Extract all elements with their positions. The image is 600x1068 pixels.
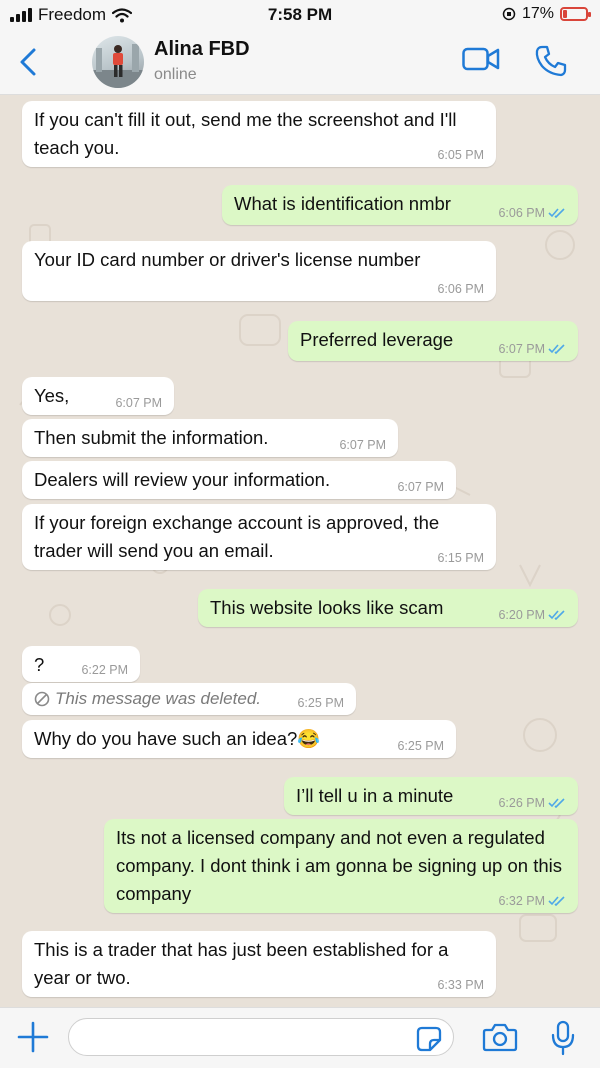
composer-bar bbox=[0, 1007, 600, 1068]
message-time: 6:07 PM bbox=[397, 480, 444, 494]
orientation-lock-icon bbox=[502, 7, 516, 21]
avatar[interactable] bbox=[92, 36, 144, 88]
message-outgoing[interactable]: Its not a licensed company and not even … bbox=[104, 819, 578, 913]
message-time: 6:32 PM bbox=[498, 894, 545, 908]
chevron-left-icon[interactable] bbox=[14, 44, 44, 80]
camera-icon[interactable] bbox=[482, 1022, 518, 1052]
message-incoming[interactable]: Then submit the information. 6:07 PM bbox=[22, 419, 398, 457]
message-text: If your foreign exchange account is appr… bbox=[34, 512, 440, 561]
message-text: If you can't fill it out, send me the sc… bbox=[34, 109, 457, 158]
message-time: 6:05 PM bbox=[437, 148, 484, 162]
message-time: 6:33 PM bbox=[437, 978, 484, 992]
message-text: This message was deleted. bbox=[55, 689, 261, 708]
message-outgoing[interactable]: I’ll tell u in a minute 6:26 PM bbox=[284, 777, 578, 815]
message-outgoing[interactable]: What is identification nmbr 6:06 PM bbox=[222, 185, 578, 225]
message-time: 6:15 PM bbox=[437, 551, 484, 565]
message-time: 6:07 PM bbox=[339, 438, 386, 452]
battery-percent: 17% bbox=[521, 5, 554, 22]
message-time: 6:20 PM bbox=[498, 608, 545, 622]
chat-header: Alina FBD online bbox=[0, 30, 600, 95]
message-time: 6:06 PM bbox=[498, 206, 545, 220]
message-input[interactable] bbox=[68, 1018, 454, 1056]
message-time: 6:22 PM bbox=[81, 663, 128, 677]
message-time: 6:25 PM bbox=[297, 696, 344, 710]
message-incoming[interactable]: ? 6:22 PM bbox=[22, 646, 140, 682]
phone-icon[interactable] bbox=[534, 44, 568, 78]
message-text: Then submit the information. bbox=[34, 427, 269, 448]
read-receipt-icon bbox=[548, 208, 565, 218]
video-camera-icon[interactable] bbox=[462, 44, 500, 74]
read-receipt-icon bbox=[548, 610, 565, 620]
message-text: Your ID card number or driver's license … bbox=[34, 249, 421, 270]
message-deleted[interactable]: This message was deleted. 6:25 PM bbox=[22, 683, 356, 715]
contact-name[interactable]: Alina FBD bbox=[154, 38, 250, 61]
status-right: 17% bbox=[502, 5, 591, 23]
message-incoming[interactable]: If you can't fill it out, send me the sc… bbox=[22, 101, 496, 167]
message-time: 6:07 PM bbox=[498, 342, 545, 356]
message-text: This is a trader that has just been esta… bbox=[34, 939, 449, 988]
battery-fill bbox=[563, 10, 568, 18]
message-text: Why do you have such an idea?😂 bbox=[34, 728, 321, 749]
message-time: 6:25 PM bbox=[397, 739, 444, 753]
chat-area[interactable]: If you can't fill it out, send me the sc… bbox=[0, 95, 600, 1007]
plus-icon[interactable] bbox=[16, 1020, 50, 1054]
message-incoming[interactable]: Your ID card number or driver's license … bbox=[22, 241, 496, 301]
message-incoming[interactable]: If your foreign exchange account is appr… bbox=[22, 504, 496, 570]
contact-status: online bbox=[154, 66, 197, 83]
message-outgoing[interactable]: Preferred leverage 6:07 PM bbox=[288, 321, 578, 361]
message-incoming[interactable]: Yes, 6:07 PM bbox=[22, 377, 174, 415]
message-incoming[interactable]: This is a trader that has just been esta… bbox=[22, 931, 496, 997]
message-time: 6:26 PM bbox=[498, 796, 545, 810]
message-text: Dealers will review your information. bbox=[34, 469, 331, 490]
battery-icon bbox=[560, 7, 591, 21]
read-receipt-icon bbox=[548, 344, 565, 354]
read-receipt-icon bbox=[548, 896, 565, 906]
sticker-icon[interactable] bbox=[416, 1026, 442, 1052]
read-receipt-icon bbox=[548, 798, 565, 808]
deleted-icon bbox=[34, 691, 50, 707]
message-outgoing[interactable]: This website looks like scam 6:20 PM bbox=[198, 589, 578, 627]
message-time: 6:07 PM bbox=[115, 396, 162, 410]
message-incoming[interactable]: Dealers will review your information. 6:… bbox=[22, 461, 456, 499]
status-bar: Freedom 7:58 PM 17% bbox=[0, 0, 600, 30]
message-time: 6:06 PM bbox=[437, 282, 484, 296]
message-incoming[interactable]: Why do you have such an idea?😂 6:25 PM bbox=[22, 720, 456, 758]
microphone-icon[interactable] bbox=[550, 1020, 576, 1056]
